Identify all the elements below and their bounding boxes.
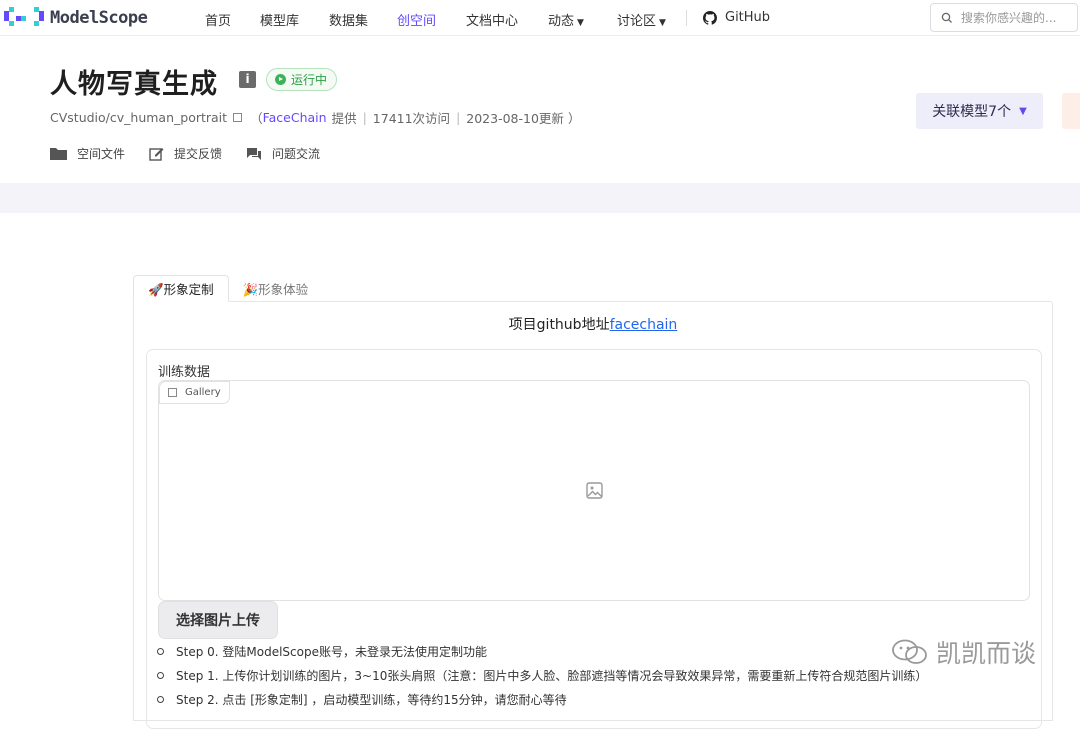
facechain-link[interactable]: facechain bbox=[610, 317, 678, 333]
status-badge: 运行中 bbox=[266, 68, 338, 91]
search-input[interactable]: 搜索你感兴趣的... bbox=[930, 3, 1078, 32]
meta-separator: | bbox=[362, 110, 367, 125]
image-icon bbox=[168, 388, 177, 397]
watermark: 凯凯而谈 bbox=[892, 634, 1036, 670]
caret-down-icon: ▼ bbox=[1019, 105, 1027, 117]
nav-news[interactable]: 动态 ▼ bbox=[548, 10, 584, 29]
related-models-button[interactable]: 关联模型7个 ▼ bbox=[916, 93, 1043, 129]
image-placeholder-icon bbox=[586, 482, 603, 499]
visit-count: 17411次访问 bbox=[372, 111, 451, 126]
list-item: Step 2. 点击 [形象定制] ，启动模型训练，等待约15分钟，请您耐心等待 bbox=[147, 687, 1041, 711]
tab-custom-avatar[interactable]: 🚀形象定制 bbox=[133, 275, 229, 302]
provider-open: （ bbox=[250, 111, 263, 126]
gallery-label: Gallery bbox=[159, 381, 230, 404]
gallery-dropzone[interactable]: Gallery bbox=[158, 380, 1030, 601]
caret-down-icon: ▼ bbox=[577, 18, 584, 28]
nav-models[interactable]: 模型库 bbox=[260, 10, 299, 29]
github-icon bbox=[703, 10, 717, 25]
logo-text: ModelScope bbox=[50, 8, 148, 28]
gallery-label-text: Gallery bbox=[185, 387, 221, 398]
edge-action-button[interactable] bbox=[1062, 93, 1080, 129]
provider-link[interactable]: FaceChain bbox=[263, 110, 327, 125]
training-data-label: 训练数据 bbox=[158, 365, 211, 380]
page-title: 人物写真生成 bbox=[50, 69, 218, 100]
project-line: 项目github地址facechain bbox=[134, 314, 1052, 334]
nav-home[interactable]: 首页 bbox=[205, 10, 231, 29]
modelscope-logo[interactable]: ModelScope bbox=[4, 7, 148, 29]
watermark-text: 凯凯而谈 bbox=[936, 639, 1037, 668]
discussion-label: 问题交流 bbox=[272, 147, 321, 161]
info-icon[interactable]: i bbox=[239, 71, 256, 88]
nav-divider bbox=[686, 10, 687, 26]
upload-images-button[interactable]: 选择图片上传 bbox=[158, 601, 278, 639]
logo-mark-icon bbox=[4, 7, 44, 26]
edit-icon bbox=[149, 147, 164, 161]
meta-separator: | bbox=[456, 110, 461, 125]
chat-icon bbox=[247, 147, 262, 160]
wechat-icon bbox=[892, 639, 927, 664]
feedback-link[interactable]: 提交反馈 bbox=[149, 145, 222, 162]
project-prefix: 项目github地址 bbox=[508, 317, 610, 333]
training-data-block: 训练数据 Gallery 选择图片上传 Step 0. 登陆ModelScope… bbox=[146, 349, 1042, 729]
nav-forum-label: 讨论区 bbox=[617, 14, 657, 29]
feedback-label: 提交反馈 bbox=[174, 147, 223, 161]
nav-github[interactable]: GitHub bbox=[703, 10, 770, 25]
studio-tabs: 🚀形象定制 🎉形象体验 bbox=[133, 275, 322, 302]
space-files-link[interactable]: 空间文件 bbox=[50, 145, 125, 162]
search-placeholder: 搜索你感兴趣的... bbox=[961, 11, 1057, 25]
nav-forum[interactable]: 讨论区 ▼ bbox=[617, 10, 666, 29]
repo-path: CVstudio/cv_human_portrait bbox=[50, 110, 228, 125]
header-divider-band bbox=[0, 183, 1080, 213]
space-files-label: 空间文件 bbox=[77, 147, 126, 161]
nav-news-label: 动态 bbox=[548, 14, 575, 29]
provider-suffix: 提供 bbox=[331, 111, 357, 126]
nav-github-label: GitHub bbox=[725, 10, 771, 25]
provider-close: ） bbox=[567, 111, 581, 126]
folder-icon bbox=[50, 148, 67, 160]
updated-date: 2023-08-10更新 bbox=[466, 111, 564, 126]
copy-icon[interactable] bbox=[233, 113, 243, 122]
play-icon bbox=[275, 74, 286, 85]
search-icon bbox=[941, 12, 952, 23]
studio-meta: CVstudio/cv_human_portrait （ FaceChain 提… bbox=[50, 108, 580, 127]
related-models-label: 关联模型7个 bbox=[932, 104, 1012, 120]
tab-avatar-experience[interactable]: 🎉形象体验 bbox=[229, 275, 323, 302]
nav-studios[interactable]: 创空间 bbox=[397, 10, 436, 29]
caret-down-icon: ▼ bbox=[659, 18, 666, 28]
discussion-link[interactable]: 问题交流 bbox=[246, 145, 320, 162]
nav-docs[interactable]: 文档中心 bbox=[466, 10, 518, 29]
top-navbar: ModelScope 首页 模型库 数据集 创空间 文档中心 动态 ▼ 讨论区 ▼ … bbox=[0, 0, 1080, 36]
nav-datasets[interactable]: 数据集 bbox=[329, 10, 368, 29]
header-actions: 空间文件 提交反馈 问题交流 bbox=[50, 145, 344, 162]
status-text: 运行中 bbox=[291, 73, 328, 87]
